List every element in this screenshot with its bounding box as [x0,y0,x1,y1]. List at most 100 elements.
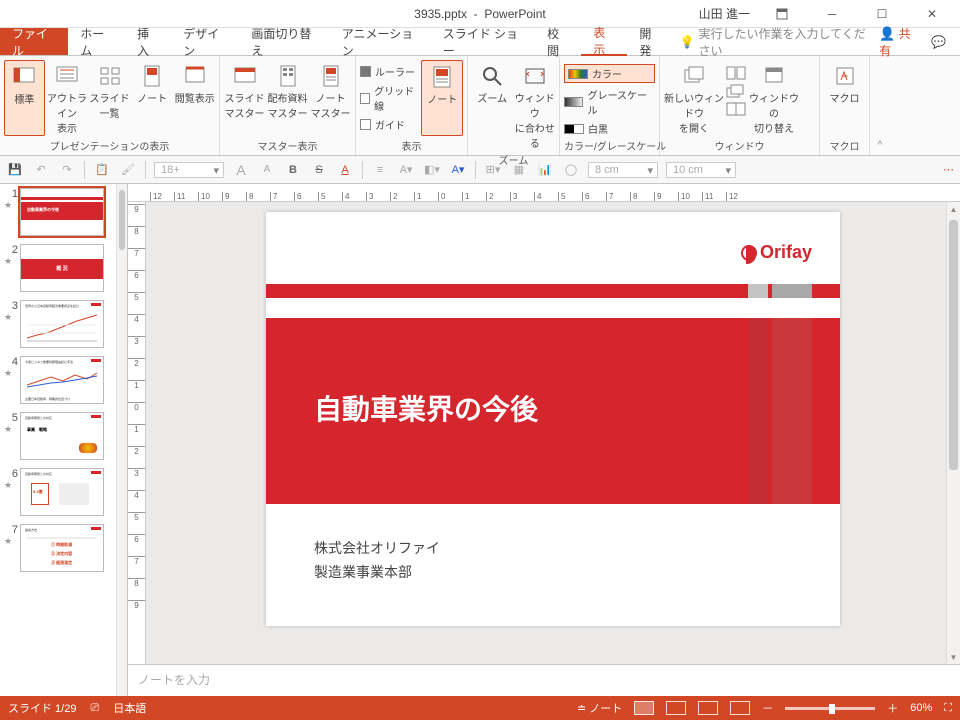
strikethrough-icon[interactable]: S [310,161,328,179]
tab-animations[interactable]: アニメーション [330,28,431,55]
group-presentation-views: 標準 アウトライン 表示 スライド 一覧 ノート 閲覧表示 プレゼンテーションの… [0,56,220,155]
switch-windows-button[interactable]: ウィンドウの 切り替え [748,60,800,136]
paste-icon[interactable]: 📋 [93,161,111,179]
increase-font-icon[interactable]: A [232,161,250,179]
group-macros: マクロ マクロ [820,56,870,155]
gridlines-checkbox[interactable]: グリッド線 [360,83,419,113]
logo-icon [741,245,757,261]
chart-icon[interactable]: 📊 [536,161,554,179]
status-language[interactable]: 日本語 [113,700,146,716]
view-reading-icon[interactable] [698,701,718,715]
view-reading-button[interactable]: 閲覧表示 [174,60,215,136]
undo-icon[interactable]: ↶ [32,161,50,179]
subtitle-company[interactable]: 株式会社オリファイ [314,538,440,558]
view-outline-button[interactable]: アウトライン 表示 [47,60,88,136]
view-sorter-button[interactable]: スライド 一覧 [89,60,130,136]
height-combo[interactable]: 10 cm [666,162,736,178]
slide-canvas[interactable]: Orifay 自動車業界の今後 株式会社オリファイ 製造業事業本部 [266,212,840,626]
ribbon-tabs: ファイル ホーム 挿入 デザイン 画面切り替え アニメーション スライド ショー… [0,28,960,56]
font-color-icon[interactable]: A [336,161,354,179]
group-master-views: スライド マスター 配布資料 マスター ノート マスター マスター表示 [220,56,356,155]
ruler-checkbox[interactable]: ルーラー [360,64,419,79]
notes-placeholder: ノートを入力 [138,673,210,687]
tab-slideshow[interactable]: スライド ショー [431,28,535,55]
tab-transitions[interactable]: 画面切り替え [239,28,329,55]
thumb-4[interactable]: 4★ 今後ビジネス重要判断理由読む手法 主要日本自動車、戦略的位置づけ [0,352,127,408]
thumb-5[interactable]: 5★ 自動車問題との対応 事業 戦略 [0,408,127,464]
title-block: 自動車業界の今後 [266,318,840,504]
group-show: ルーラー グリッド線 ガイド ノート 表示 [356,56,468,155]
tab-home[interactable]: ホーム [68,28,125,55]
collapse-ribbon-button[interactable]: ^ [870,56,890,155]
table-icon[interactable]: ▦ [510,161,528,179]
shapes-icon[interactable]: ◯ [562,161,580,179]
bw-mode-button[interactable]: 白黒 [564,121,655,136]
align-icon[interactable]: ⊞▾ [484,161,502,179]
view-slideshow-icon[interactable] [730,701,750,715]
thumb-6[interactable]: 6★ 自動車問題との対応 5.4億 [0,464,127,520]
arrange-all-icon[interactable] [726,66,746,80]
fit-window-button[interactable]: ウィンドウ に合わせる [515,60,556,150]
notes-master-button[interactable]: ノート マスター [310,60,351,136]
text-effects-icon[interactable]: A▾ [449,161,467,179]
slide-title[interactable]: 自動車業界の今後 [314,388,538,428]
view-notespage-button[interactable]: ノート [132,60,173,136]
tab-design[interactable]: デザイン [171,28,239,55]
thumbnails-scrollbar[interactable] [116,184,127,696]
handout-master-button[interactable]: 配布資料 マスター [267,60,308,136]
editor-vertical-scrollbar[interactable]: ▲ ▼ [946,202,960,664]
subtitle-division[interactable]: 製造業事業本部 [314,562,412,582]
zoom-slider[interactable] [785,707,875,710]
spellcheck-icon[interactable]: ⎚ [90,702,99,715]
tab-developer[interactable]: 開発 [627,28,673,55]
macros-button[interactable]: マクロ [824,60,865,136]
group-window: 新しいウィンドウ を開く ウィンドウの 切り替え ウィンドウ [660,56,820,155]
move-split-icon[interactable] [726,102,746,116]
share-button[interactable]: 👤 共有 [879,25,917,59]
thumb-7[interactable]: 7★ 提案方法 ① 時間削減 ② 決定内容 ③ 経過測定 [0,520,127,576]
thumb-3[interactable]: 3★ 世界から日本自動車経済重要視点を読む [0,296,127,352]
group-zoom: ズーム ウィンドウ に合わせる ズーム [468,56,560,155]
comments-icon[interactable]: 💬 [931,35,946,49]
bold-icon[interactable]: B [284,161,302,179]
format-painter-icon[interactable]: 🖌 [119,161,137,179]
status-slide-count[interactable]: スライド 1/29 [8,700,76,716]
view-normal-icon[interactable] [634,701,654,715]
width-combo[interactable]: 8 cm [588,162,658,178]
font-size-combo[interactable]: 18+ [154,162,224,178]
cascade-icon[interactable] [726,84,746,98]
ribbon: 標準 アウトライン 表示 スライド 一覧 ノート 閲覧表示 プレゼンテーションの… [0,56,960,156]
tab-review[interactable]: 校閲 [535,28,581,55]
status-bar: スライド 1/29 ⎚ 日本語 ≐ ノート － ＋ 60% ⛶ [0,696,960,720]
zoom-button[interactable]: ズーム [472,60,513,150]
redo-icon[interactable]: ↷ [58,161,76,179]
thumb-1[interactable]: 1★ 自動車業界の今後 [0,184,127,240]
thumb-2[interactable]: 2★ 概 況 [0,240,127,296]
decrease-font-icon[interactable]: A [258,161,276,179]
color-mode-button[interactable]: カラー [564,64,655,83]
guides-checkbox[interactable]: ガイド [360,117,419,132]
notes-pane[interactable]: ノートを入力 [128,664,960,696]
zoom-in-button[interactable]: ＋ [887,700,898,716]
slide-master-button[interactable]: スライド マスター [224,60,265,136]
slide-canvas-area[interactable]: Orifay 自動車業界の今後 株式会社オリファイ 製造業事業本部 ▲ ▼ [146,202,960,664]
bullets-icon[interactable]: ≡ [371,161,389,179]
notes-toggle-button[interactable]: ノート [421,60,463,136]
qat-overflow-icon[interactable]: ⋯ [943,163,954,176]
view-sorter-icon[interactable] [666,701,686,715]
tab-file[interactable]: ファイル [0,28,68,55]
zoom-level[interactable]: 60% [910,702,932,714]
tab-view[interactable]: 表示 [581,28,627,56]
tell-me[interactable]: 💡 実行したい作業を入力してください [674,28,880,55]
view-normal-button[interactable]: 標準 [4,60,45,136]
zoom-out-button[interactable]: － [762,700,773,716]
new-window-button[interactable]: 新しいウィンドウ を開く [664,60,724,136]
title-app: PowerPoint [484,7,545,21]
save-icon[interactable]: 💾 [6,161,24,179]
fit-to-window-icon[interactable]: ⛶ [944,702,952,715]
highlight-icon[interactable]: A▾ [397,161,415,179]
tab-insert[interactable]: 挿入 [125,28,171,55]
shape-fill-icon[interactable]: ◧▾ [423,161,441,179]
grayscale-mode-button[interactable]: グレースケール [564,87,655,117]
notes-toggle[interactable]: ≐ ノート [577,700,622,716]
